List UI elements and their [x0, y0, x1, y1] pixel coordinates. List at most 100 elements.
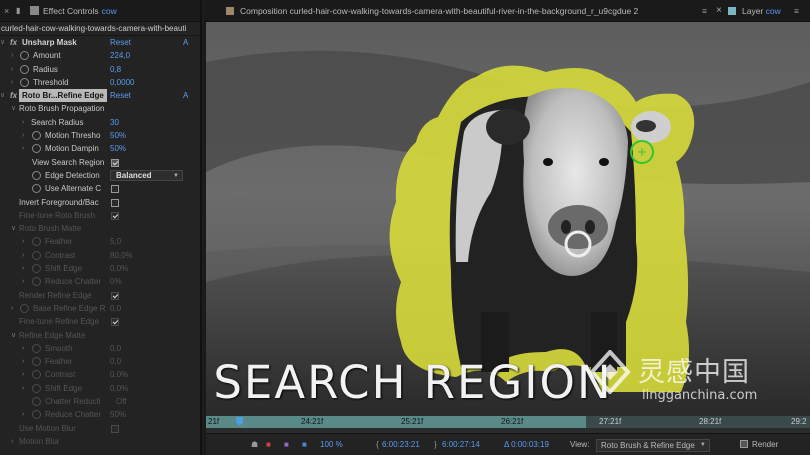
stopwatch-icon[interactable]	[32, 383, 41, 393]
reset-button[interactable]: Reset	[110, 36, 131, 49]
param-value[interactable]: 30	[110, 116, 119, 129]
chevron-right-icon[interactable]: ›	[22, 355, 24, 368]
param-amount[interactable]: › Amount 224,0	[0, 49, 200, 62]
chevron-right-icon[interactable]: ›	[22, 262, 24, 275]
close-icon[interactable]: ×	[4, 6, 16, 16]
chevron-right-icon[interactable]: ›	[22, 129, 24, 142]
render-checkbox[interactable]: Render	[740, 434, 778, 455]
out-point-icon[interactable]: }	[434, 434, 437, 455]
param-value[interactable]: 224,0	[110, 49, 130, 62]
chatter-reduction-dropdown[interactable]: Off	[116, 395, 127, 408]
param-base-refine[interactable]: › Base Refine Edge R 0,0	[0, 302, 200, 315]
about-button[interactable]: A	[183, 89, 188, 102]
param-value[interactable]: 0%	[110, 275, 122, 288]
view-select[interactable]: Roto Brush & Refine Edge ▼	[596, 434, 710, 455]
stopwatch-icon[interactable]	[32, 131, 41, 141]
param-render-refine[interactable]: Render Refine Edge	[0, 289, 200, 302]
chevron-right-icon[interactable]: ›	[11, 76, 13, 89]
param-value[interactable]: 50%	[110, 129, 126, 142]
param-fine-tune-refine[interactable]: Fine-tune Refine Edge	[0, 315, 200, 328]
chevron-down-icon[interactable]: ∨	[11, 329, 16, 342]
reset-button[interactable]: Reset	[110, 89, 131, 102]
param-value[interactable]: 0,0%	[110, 368, 128, 381]
param-radius[interactable]: › Radius 0,8	[0, 63, 200, 76]
param-use-motion-blur[interactable]: Use Motion Blur	[0, 422, 200, 435]
tab-layer[interactable]: Layer cow	[728, 0, 781, 22]
chevron-right-icon[interactable]: ›	[11, 49, 13, 62]
param-contrast-2[interactable]: › Contrast 0,0%	[0, 368, 200, 381]
group-motion-blur[interactable]: › Motion Blur	[0, 435, 200, 448]
fx-icon[interactable]: fx	[10, 36, 17, 49]
param-reduce-chatter[interactable]: › Reduce Chatter 0%	[0, 275, 200, 288]
param-use-alternate[interactable]: Use Alternate C	[0, 182, 200, 195]
stopwatch-icon[interactable]	[20, 64, 29, 74]
group-propagation[interactable]: ∨ Roto Brush Propagation	[0, 102, 200, 115]
stopwatch-icon[interactable]	[20, 77, 29, 87]
expand-icon[interactable]: ∨	[0, 89, 5, 102]
stopwatch-icon[interactable]	[32, 370, 41, 380]
param-chatter-reduction[interactable]: Chatter Reducti Off	[0, 395, 200, 408]
chevron-right-icon[interactable]: ›	[11, 63, 13, 76]
use-alternate-checkbox[interactable]	[111, 185, 119, 194]
stopwatch-icon[interactable]	[32, 237, 41, 247]
zoom-level[interactable]: 100 %	[320, 434, 343, 455]
param-view-search-region[interactable]: View Search Region	[0, 156, 200, 169]
lock-icon[interactable]: ▮	[16, 6, 26, 15]
group-refine-matte[interactable]: ∨ Refine Edge Matte	[0, 329, 200, 342]
tab-menu-icon[interactable]: ≡	[702, 0, 707, 22]
param-value[interactable]: 50%	[110, 408, 126, 421]
param-value[interactable]: 0,0%	[110, 262, 128, 275]
param-search-radius[interactable]: › Search Radius 30	[0, 116, 200, 129]
param-motion-damping[interactable]: › Motion Dampin 50%	[0, 142, 200, 155]
stopwatch-icon[interactable]	[32, 144, 41, 154]
param-reduce-chatter-2[interactable]: › Reduce Chatter 50%	[0, 408, 200, 421]
expand-icon[interactable]: ∨	[0, 36, 5, 49]
chevron-right-icon[interactable]: ›	[22, 116, 24, 129]
chevron-right-icon[interactable]: ›	[22, 275, 24, 288]
chevron-right-icon[interactable]: ›	[22, 408, 24, 421]
chevron-right-icon[interactable]: ›	[11, 302, 13, 315]
stopwatch-icon[interactable]	[32, 410, 41, 420]
stopwatch-icon[interactable]	[32, 184, 41, 194]
chevron-down-icon[interactable]: ∨	[11, 102, 16, 115]
edge-detection-dropdown[interactable]: Balanced ▼	[110, 169, 183, 181]
about-button[interactable]: A	[183, 36, 188, 49]
param-motion-threshold[interactable]: › Motion Thresho 50%	[0, 129, 200, 142]
stopwatch-icon[interactable]	[32, 170, 41, 180]
param-feather-2[interactable]: › Feather 0,0	[0, 355, 200, 368]
render-refine-checkbox[interactable]	[111, 291, 119, 300]
fx-icon[interactable]: fx	[10, 89, 17, 102]
chevron-right-icon[interactable]: ›	[22, 235, 24, 248]
param-value[interactable]: 0,0	[110, 355, 121, 368]
effect-roto-brush[interactable]: ∨ fx Roto Br...Refine Edge Reset A	[0, 89, 200, 103]
chevron-right-icon[interactable]: ›	[22, 142, 24, 155]
param-value[interactable]: 0,0%	[110, 382, 128, 395]
param-value[interactable]: 80,0%	[110, 249, 133, 262]
param-threshold[interactable]: › Threshold 0,0000	[0, 76, 200, 89]
display-icon[interactable]: ■	[284, 434, 289, 455]
param-fine-tune[interactable]: Fine-tune Roto Brush	[0, 209, 200, 222]
param-shift-edge-2[interactable]: › Shift Edge 0,0%	[0, 382, 200, 395]
time-end[interactable]: 6:00:27:14	[442, 434, 480, 455]
tab-menu-icon[interactable]: ≡	[794, 0, 799, 22]
effect-unsharp-mask[interactable]: ∨ fx Unsharp Mask Reset A	[0, 36, 200, 49]
param-value[interactable]: 0,8	[110, 63, 121, 76]
param-edge-detection[interactable]: Edge Detection Balanced ▼	[0, 169, 200, 182]
close-icon[interactable]: ×	[716, 0, 722, 22]
param-smooth[interactable]: › Smooth 0,0	[0, 342, 200, 355]
group-roto-matte[interactable]: ∨ Roto Brush Matte	[0, 222, 200, 235]
time-start[interactable]: 6:00:23:21	[382, 434, 420, 455]
param-value[interactable]: 0,0000	[110, 76, 134, 89]
snapshot-icon[interactable]: ■	[266, 434, 271, 455]
chevron-right-icon[interactable]: ›	[22, 342, 24, 355]
stopwatch-icon[interactable]	[32, 343, 41, 353]
stopwatch-icon[interactable]	[32, 264, 41, 274]
in-point-icon[interactable]: {	[376, 434, 379, 455]
view-search-region-checkbox[interactable]	[111, 158, 119, 167]
chevron-down-icon[interactable]: ∨	[11, 222, 16, 235]
tab-composition[interactable]: Composition curled-hair-cow-walking-towa…	[226, 0, 638, 22]
use-motion-blur-checkbox[interactable]	[111, 424, 119, 433]
stopwatch-icon[interactable]	[32, 357, 41, 367]
stopwatch-icon[interactable]	[32, 277, 41, 287]
chevron-right-icon[interactable]: ›	[11, 435, 13, 448]
